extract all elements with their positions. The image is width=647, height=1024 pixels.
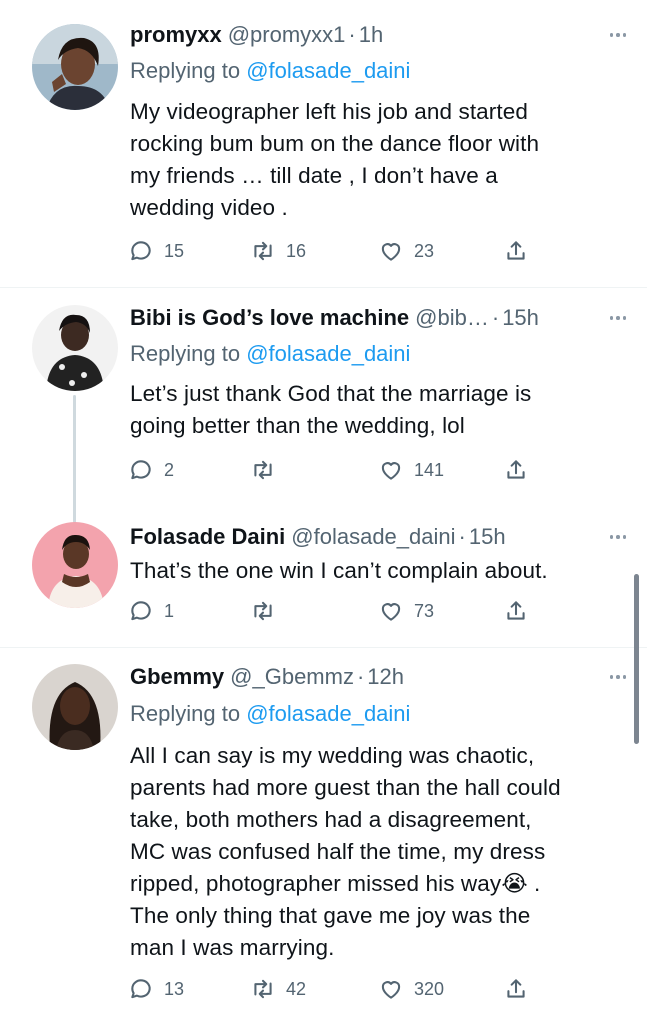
more-icon[interactable] xyxy=(603,668,633,686)
tweet-text: All I can say is my wedding was chaotic,… xyxy=(130,743,561,960)
separator: · xyxy=(458,524,466,549)
mention-link[interactable]: @folasade_daini xyxy=(246,341,410,366)
share-icon xyxy=(507,601,525,620)
timestamp[interactable]: 15h xyxy=(502,305,539,331)
share-button[interactable] xyxy=(503,455,529,485)
like-icon xyxy=(381,603,401,621)
retweet-button[interactable]: 42 xyxy=(250,974,306,1004)
avatar[interactable] xyxy=(32,24,118,110)
share-button[interactable] xyxy=(503,974,529,1004)
reply-count: 13 xyxy=(164,978,185,999)
like-count: 320 xyxy=(414,978,445,999)
like-button[interactable]: 23 xyxy=(378,236,434,266)
reply-icon xyxy=(131,460,151,480)
replying-to-label: Replying to xyxy=(130,341,241,366)
thread-line xyxy=(73,395,76,523)
share-icon xyxy=(507,460,525,479)
retweet-icon xyxy=(254,241,272,261)
avatar[interactable] xyxy=(32,522,118,608)
like-icon xyxy=(381,981,401,999)
retweet-count: 16 xyxy=(286,240,307,261)
mention-link[interactable]: @folasade_daini xyxy=(246,701,410,726)
retweet-button[interactable] xyxy=(250,455,286,485)
timestamp[interactable]: 12h xyxy=(367,664,404,690)
display-name[interactable]: promyxx xyxy=(130,22,222,48)
tweet-text: That’s the one win I can’t complain abou… xyxy=(130,558,548,583)
like-icon xyxy=(381,462,401,480)
retweet-icon xyxy=(254,601,272,621)
tweet-text: My videographer left his job and started… xyxy=(130,99,540,220)
reply-count: 2 xyxy=(164,459,175,480)
separator: · xyxy=(348,22,356,47)
separator: · xyxy=(356,664,365,689)
retweet-button[interactable]: 16 xyxy=(250,236,306,266)
reply-button[interactable]: 2 xyxy=(128,455,174,485)
avatar[interactable] xyxy=(32,305,118,391)
like-count: 23 xyxy=(414,240,435,261)
like-button[interactable]: 73 xyxy=(378,596,434,626)
more-icon[interactable] xyxy=(603,309,633,327)
tweet-header: promyxx @promyxx1 · 1h xyxy=(130,20,633,50)
tweet-actions: 15 16 23 xyxy=(128,236,548,266)
replying-to: Replying to @folasade_daini xyxy=(130,341,410,367)
user-handle[interactable]: @promyxx1 xyxy=(228,22,346,48)
tweet-header: Bibi is God’s love machine @bib… · 15h xyxy=(130,303,633,333)
retweet-icon xyxy=(254,979,272,999)
like-icon xyxy=(381,243,401,261)
share-button[interactable] xyxy=(503,596,529,626)
tweet-actions: 2 141 xyxy=(128,455,548,485)
reply-button[interactable]: 13 xyxy=(128,974,184,1004)
mention-link[interactable]: @folasade_daini xyxy=(246,58,410,83)
divider xyxy=(0,647,647,648)
display-name[interactable]: Bibi is God’s love machine xyxy=(130,305,409,331)
retweet-icon xyxy=(254,460,272,480)
user-handle[interactable]: @_Gbemmz xyxy=(230,664,354,690)
separator: · xyxy=(491,305,500,330)
scrollbar[interactable] xyxy=(634,574,639,744)
tweet-actions: 1 73 xyxy=(128,596,548,626)
user-handle[interactable]: @folasade_daini xyxy=(291,524,455,550)
reply-icon xyxy=(131,979,151,999)
timestamp[interactable]: 1h xyxy=(359,22,383,48)
like-button[interactable]: 141 xyxy=(378,455,444,485)
reply-count: 15 xyxy=(164,240,185,261)
display-name[interactable]: Folasade Daini xyxy=(130,524,285,550)
replying-to: Replying to @folasade_daini xyxy=(130,701,410,727)
avatar[interactable] xyxy=(32,664,118,750)
like-count: 141 xyxy=(414,459,445,480)
retweet-button[interactable] xyxy=(250,596,286,626)
display-name[interactable]: Gbemmy xyxy=(130,664,224,690)
tweet-text: Let’s just thank God that the marriage i… xyxy=(130,381,532,438)
retweet-count: 42 xyxy=(286,978,307,999)
reply-button[interactable]: 15 xyxy=(128,236,184,266)
like-button[interactable]: 320 xyxy=(378,974,444,1004)
reply-icon xyxy=(131,601,151,621)
replying-to-label: Replying to xyxy=(130,58,241,83)
reply-count: 1 xyxy=(164,600,175,621)
share-icon xyxy=(507,979,525,998)
more-icon[interactable] xyxy=(603,26,633,44)
share-button[interactable] xyxy=(503,236,529,266)
tweet-actions: 13 42 320 xyxy=(128,974,548,1004)
more-icon[interactable] xyxy=(603,528,633,546)
tweet-header: Gbemmy @_Gbemmz · 12h xyxy=(130,662,633,692)
divider xyxy=(0,287,647,288)
user-handle[interactable]: @bib… xyxy=(415,305,489,331)
timestamp[interactable]: 15h xyxy=(469,524,506,550)
replying-to: Replying to @folasade_daini xyxy=(130,58,410,84)
reply-button[interactable]: 1 xyxy=(128,596,174,626)
share-icon xyxy=(507,241,525,260)
like-count: 73 xyxy=(414,600,435,621)
reply-icon xyxy=(131,241,151,261)
tweet-header: Folasade Daini @folasade_daini · 15h xyxy=(130,522,633,552)
replying-to-label: Replying to xyxy=(130,701,241,726)
